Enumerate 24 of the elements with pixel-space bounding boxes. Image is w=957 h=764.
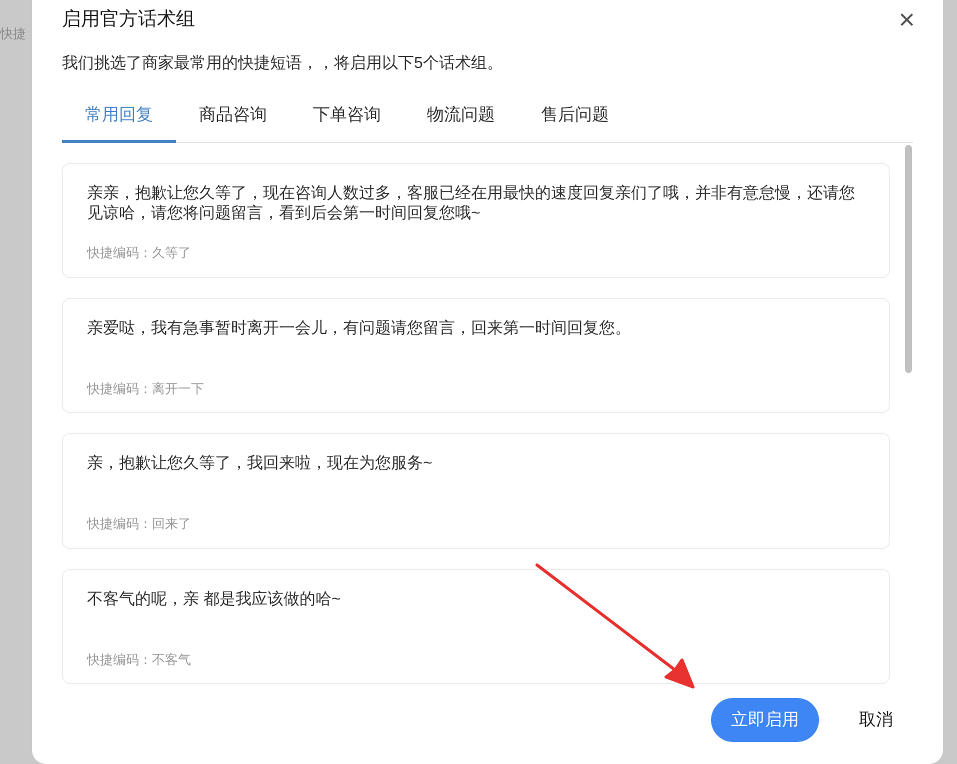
shortcut-code: 快捷编码：久等了 — [87, 244, 192, 262]
shortcut-code: 快捷编码：回来了 — [87, 515, 192, 534]
phrase-card[interactable]: 亲，抱歉让您久等了，我回来啦，现在为您服务~ 快捷编码：回来了 — [62, 433, 890, 549]
tab[interactable]: 下单咨询 — [290, 100, 404, 142]
tab[interactable]: 售后问题 — [518, 100, 632, 142]
phrase-text: 亲爱哒，我有急事暂时离开一会儿，有问题请您留言，回来第一时间回复您。 — [87, 318, 632, 339]
tab[interactable]: 常用回复 — [62, 100, 176, 142]
cancel-button[interactable]: 取消 — [859, 707, 893, 733]
close-button[interactable]: × — [898, 6, 915, 34]
tab[interactable]: 商品咨询 — [176, 100, 290, 142]
phrase-card[interactable]: 亲爱哒，我有急事暂时离开一会儿，有问题请您留言，回来第一时间回复您。 快捷编码：离开一下 — [62, 298, 890, 414]
phrase-text: 不客气的呢，亲 都是我应该做的哈~ — [87, 590, 342, 610]
background-label: 快捷 — [0, 26, 26, 41]
dialog-title: 启用官方话术组 — [62, 8, 195, 32]
phrase-text: 亲，抱歉让您久等了，我回来啦，现在为您服务~ — [87, 454, 434, 474]
tab[interactable]: 物流问题 — [404, 100, 518, 142]
shortcut-code: 快捷编码：不客气 — [87, 650, 192, 668]
shortcut-code: 快捷编码：离开一下 — [87, 380, 205, 398]
phrase-text: 亲亲，抱歉让您久等了，现在咨询人数过多，客服已经在用最快的速度回复亲们了哦，并非有意怠慢，还请您见谅哈，请您将问题留言，看到后会第一时间回复您哦~ — [87, 184, 856, 224]
phrase-card[interactable]: 不客气的呢，亲 都是我应该做的哈~ 快捷编码：不客气 — [62, 568, 890, 684]
enable-button[interactable]: 立即启用 — [711, 698, 819, 742]
dialog-description: 我们挑选了商家最常用的快捷短语，，将启用以下5个话术组。 — [62, 54, 504, 74]
scrollbar[interactable] — [905, 144, 912, 372]
phrase-card[interactable]: 亲亲，抱歉让您久等了，现在咨询人数过多，客服已经在用最快的速度回复亲们了哦，并非有意怠慢，还请您见谅哈，请您将问题留言，看到后会第一时间回复您哦~ 快捷编码：久等了 — [62, 162, 890, 278]
